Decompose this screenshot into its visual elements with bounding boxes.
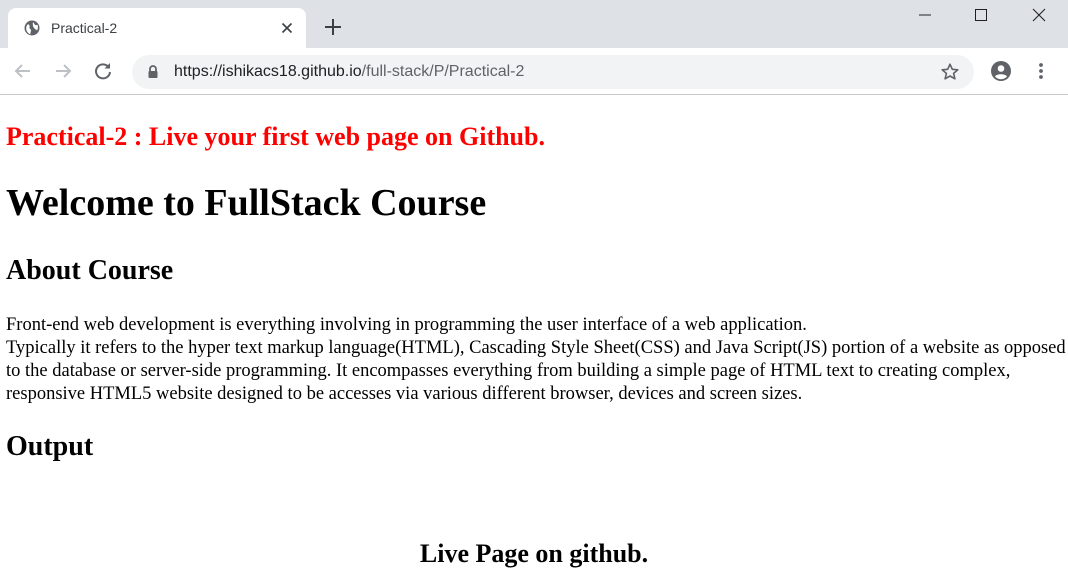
tab-strip: Practical-2 bbox=[0, 0, 1068, 48]
account-circle-icon[interactable] bbox=[990, 60, 1012, 82]
lock-icon[interactable] bbox=[146, 64, 160, 80]
close-window-icon[interactable] bbox=[1016, 0, 1062, 30]
output-heading: Output bbox=[6, 431, 94, 462]
back-arrow-icon[interactable] bbox=[12, 60, 34, 82]
about-course-heading: About Course bbox=[6, 255, 174, 286]
welcome-heading: Welcome to FullStack Course bbox=[6, 182, 487, 224]
globe-icon bbox=[24, 20, 40, 36]
page-content: Practical-2 : Live your first web page o… bbox=[0, 95, 1068, 583]
plus-icon[interactable] bbox=[322, 16, 344, 38]
url-path: /full-stack/P/Practical-2 bbox=[361, 63, 525, 80]
url-text: https://ishikacs18.github.io/full-stack/… bbox=[174, 62, 524, 82]
browser-toolbar: https://ishikacs18.github.io/full-stack/… bbox=[0, 48, 1068, 95]
minimize-icon[interactable] bbox=[902, 0, 948, 30]
more-vert-icon[interactable] bbox=[1030, 60, 1052, 82]
about-course-paragraph: Front-end web development is everything … bbox=[6, 314, 1066, 406]
about-line-1: Front-end web development is everything … bbox=[6, 315, 807, 335]
url-host: https://ishikacs18.github.io bbox=[174, 63, 362, 80]
live-page-heading: Live Page on github. bbox=[419, 539, 649, 568]
tab-title: Practical-2 bbox=[51, 20, 118, 36]
tab-practical-2[interactable]: Practical-2 bbox=[8, 8, 306, 48]
about-line-2: Typically it refers to the hyper text ma… bbox=[6, 338, 1066, 404]
close-icon[interactable] bbox=[278, 19, 296, 37]
reload-icon[interactable] bbox=[92, 60, 114, 82]
forward-arrow-icon[interactable] bbox=[52, 60, 74, 82]
maximize-icon[interactable] bbox=[958, 0, 1004, 30]
browser-window: Practical-2 https://ishikacs18.github.io… bbox=[0, 0, 1068, 583]
practical-heading: Practical-2 : Live your first web page o… bbox=[6, 122, 545, 151]
star-icon[interactable] bbox=[940, 62, 960, 82]
address-bar[interactable]: https://ishikacs18.github.io/full-stack/… bbox=[132, 55, 974, 89]
